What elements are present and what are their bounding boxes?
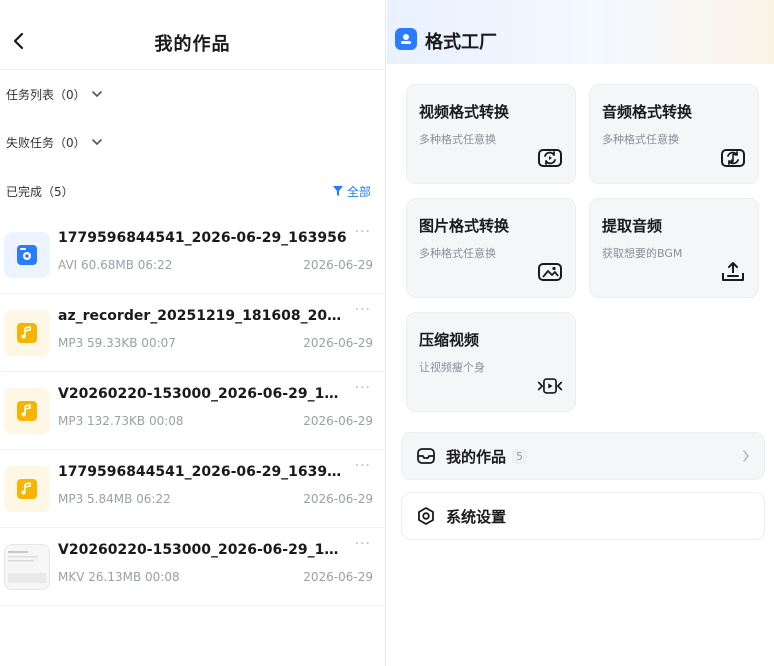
card-title: 压缩视频: [419, 331, 480, 349]
task-list-label: 任务列表（0）: [6, 87, 86, 102]
my-works-row[interactable]: 我的作品 5: [401, 432, 765, 480]
app-title: 格式工厂: [425, 32, 497, 53]
file-date: 2026-06-29: [303, 414, 373, 428]
filter-icon: [332, 186, 343, 196]
more-options-button[interactable]: ···: [355, 380, 371, 396]
file-item[interactable]: 1779596844541_2026-06-29_163956 AVI 60.6…: [0, 216, 385, 294]
extract-audio-card[interactable]: 提取音频 获取想要的BGM: [589, 198, 759, 298]
file-meta: MP3 132.73KB 00:08: [58, 414, 184, 428]
my-works-count-badge: 5: [512, 448, 528, 464]
video-thumbnail: [4, 232, 50, 278]
app-header: 格式工厂: [387, 0, 774, 64]
file-item[interactable]: az_recorder_20251219_181608_2026-0... MP…: [0, 294, 385, 372]
card-subtitle: 多种格式任意换: [419, 247, 496, 260]
page-title: 我的作品: [154, 34, 231, 55]
file-meta: MP3 5.84MB 06:22: [58, 492, 171, 506]
file-date: 2026-06-29: [303, 492, 373, 506]
more-options-button[interactable]: ···: [355, 458, 371, 474]
video-frame-thumbnail: [4, 544, 50, 590]
audio-convert-icon: [720, 145, 746, 171]
audio-thumbnail: [4, 388, 50, 434]
inbox-icon: [417, 448, 435, 464]
image-preview-icon: [5, 545, 49, 589]
video-convert-icon: [537, 145, 563, 171]
file-name: az_recorder_20251219_181608_2026-0...: [58, 308, 348, 324]
task-list-section[interactable]: 任务列表（0）: [0, 70, 385, 118]
file-item[interactable]: 1779596844541_2026-06-29_163926_1 MP3 5.…: [0, 450, 385, 528]
nav-bar: 我的作品: [0, 12, 385, 70]
file-item[interactable]: V20260220-153000_2026-06-29_1638... MP3 …: [0, 372, 385, 450]
failed-task-label: 失败任务（0）: [6, 135, 86, 150]
failed-task-section[interactable]: 失败任务（0）: [0, 118, 385, 166]
chevron-down-icon: [91, 139, 102, 146]
card-subtitle: 让视频瘦个身: [419, 361, 485, 374]
completed-label: 已完成（5）: [6, 184, 74, 199]
file-meta: AVI 60.68MB 06:22: [58, 258, 173, 272]
image-convert-card[interactable]: 图片格式转换 多种格式任意换: [406, 198, 576, 298]
card-subtitle: 多种格式任意换: [602, 133, 679, 146]
file-meta: MKV 26.13MB 00:08: [58, 570, 180, 584]
file-date: 2026-06-29: [303, 258, 373, 272]
filter-button[interactable]: 全部: [332, 183, 371, 200]
compress-video-icon: [537, 373, 563, 399]
file-meta: MP3 59.33KB 00:07: [58, 336, 176, 350]
compress-video-card[interactable]: 压缩视频 让视频瘦个身: [406, 312, 576, 412]
file-name: 1779596844541_2026-06-29_163956: [58, 230, 347, 246]
filter-label: 全部: [346, 184, 371, 199]
my-works-panel: 我的作品 任务列表（0） 失败任务（0） 已完成（5） 全部 177959684…: [0, 0, 386, 666]
card-subtitle: 多种格式任意换: [419, 133, 496, 146]
audio-file-icon: [17, 479, 37, 499]
more-options-button[interactable]: ···: [355, 302, 371, 318]
chevron-down-icon: [91, 91, 102, 98]
file-item[interactable]: V20260220-153000_2026-06-29_163851 MKV 2…: [0, 528, 385, 606]
settings-row[interactable]: 系统设置: [401, 492, 765, 540]
completed-section-header: 已完成（5） 全部: [0, 166, 385, 216]
settings-label: 系统设置: [446, 507, 507, 526]
audio-thumbnail: [4, 466, 50, 512]
card-title: 图片格式转换: [419, 217, 510, 235]
audio-thumbnail: [4, 310, 50, 356]
file-date: 2026-06-29: [303, 570, 373, 584]
video-convert-card[interactable]: 视频格式转换 多种格式任意换: [406, 84, 576, 184]
file-name: V20260220-153000_2026-06-29_163851: [58, 542, 348, 558]
file-list: 1779596844541_2026-06-29_163956 AVI 60.6…: [0, 216, 385, 606]
file-name: V20260220-153000_2026-06-29_1638...: [58, 386, 348, 402]
card-title: 提取音频: [602, 217, 663, 235]
image-convert-icon: [537, 259, 563, 285]
chevron-right-icon: [743, 450, 750, 462]
more-options-button[interactable]: ···: [355, 224, 371, 240]
extract-audio-icon: [720, 259, 746, 285]
audio-file-icon: [17, 323, 37, 343]
file-date: 2026-06-29: [303, 336, 373, 350]
file-name: 1779596844541_2026-06-29_163926_1: [58, 464, 348, 480]
card-title: 音频格式转换: [602, 103, 693, 121]
my-works-label: 我的作品: [446, 447, 507, 466]
card-title: 视频格式转换: [419, 103, 510, 121]
audio-convert-card[interactable]: 音频格式转换 多种格式任意换: [589, 84, 759, 184]
more-options-button[interactable]: ···: [355, 536, 371, 552]
audio-file-icon: [17, 401, 37, 421]
app-logo-icon: [395, 28, 417, 50]
format-factory-panel: 格式工厂 视频格式转换 多种格式任意换 音频格式转换 多种格式任意换 图片格式转…: [387, 0, 774, 666]
settings-icon: [418, 507, 434, 525]
video-file-icon: [17, 245, 37, 265]
card-subtitle: 获取想要的BGM: [602, 247, 683, 260]
status-bar: [0, 0, 385, 12]
